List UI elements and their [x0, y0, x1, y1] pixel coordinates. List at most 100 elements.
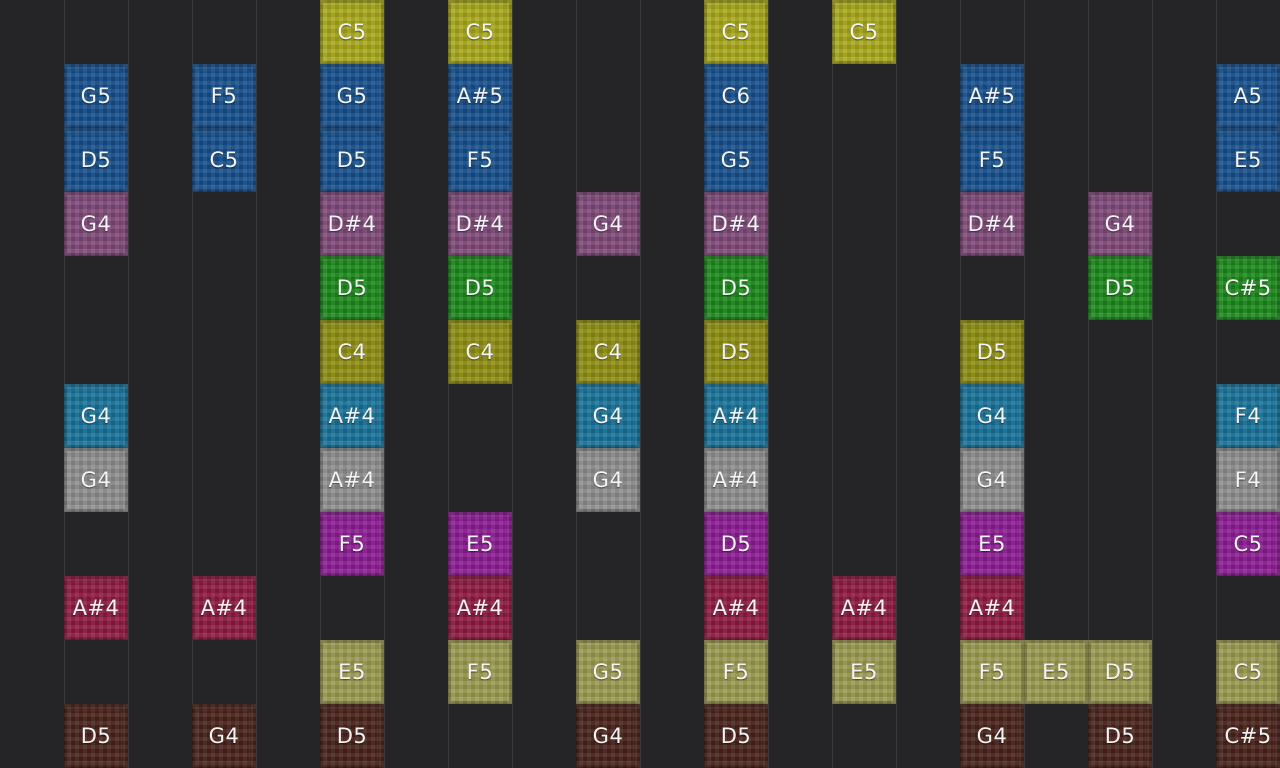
note-label: F5 [978, 148, 1006, 172]
note-block[interactable]: E5 [1024, 640, 1088, 704]
note-block[interactable]: C5 [320, 0, 384, 64]
note-block[interactable]: A#5 [448, 64, 512, 128]
note-block[interactable]: F4 [1216, 384, 1280, 448]
note-block[interactable]: G5 [64, 64, 128, 128]
note-label: F5 [466, 660, 494, 684]
note-block[interactable]: D5 [704, 256, 768, 320]
note-block[interactable]: G5 [576, 640, 640, 704]
note-block[interactable]: F4 [1216, 448, 1280, 512]
note-label: G4 [1104, 212, 1136, 236]
note-block[interactable]: C5 [832, 0, 896, 64]
note-label: C#5 [1224, 276, 1272, 300]
note-label: G4 [976, 404, 1008, 428]
note-label: C5 [1233, 660, 1263, 684]
note-block[interactable]: D5 [320, 128, 384, 192]
note-block[interactable]: A#4 [320, 384, 384, 448]
note-block[interactable]: D5 [320, 704, 384, 768]
note-block[interactable]: C4 [576, 320, 640, 384]
note-block[interactable]: F5 [192, 64, 256, 128]
note-block[interactable]: F5 [704, 640, 768, 704]
note-label: A#4 [712, 596, 760, 620]
note-block[interactable]: A#4 [192, 576, 256, 640]
note-block[interactable]: C4 [320, 320, 384, 384]
note-block[interactable]: G5 [704, 128, 768, 192]
note-block[interactable]: A#5 [960, 64, 1024, 128]
note-block[interactable]: F5 [448, 640, 512, 704]
note-label: D5 [720, 532, 752, 556]
note-label: C5 [209, 148, 239, 172]
note-block[interactable]: C5 [704, 0, 768, 64]
note-block[interactable]: A#4 [832, 576, 896, 640]
note-label: G5 [80, 84, 112, 108]
note-block[interactable]: D#4 [320, 192, 384, 256]
note-label: C4 [465, 340, 495, 364]
note-block[interactable]: G4 [192, 704, 256, 768]
note-block[interactable]: A#4 [320, 448, 384, 512]
note-block[interactable]: D5 [64, 128, 128, 192]
note-block[interactable]: F5 [960, 128, 1024, 192]
note-label: F4 [1234, 404, 1262, 428]
note-block[interactable]: D5 [448, 256, 512, 320]
note-block[interactable]: G4 [960, 704, 1024, 768]
note-block[interactable]: F5 [448, 128, 512, 192]
note-block[interactable]: D5 [320, 256, 384, 320]
note-label: A#4 [712, 404, 760, 428]
note-block[interactable]: C5 [1216, 512, 1280, 576]
note-block[interactable]: A#4 [704, 448, 768, 512]
note-block[interactable]: A#4 [960, 576, 1024, 640]
note-grid[interactable]: C5 C5 C5 C5 G5 F5 G5 A#5 C6 A#5 A5 D5 C5 D5 F5 G5 F5 E5 G4… [0, 0, 1280, 768]
note-label: E5 [466, 532, 494, 556]
note-block[interactable]: G4 [960, 384, 1024, 448]
note-label: A#4 [200, 596, 248, 620]
note-block[interactable]: C5 [1216, 640, 1280, 704]
note-block[interactable]: F5 [960, 640, 1024, 704]
note-block[interactable]: E5 [448, 512, 512, 576]
note-block[interactable]: E5 [960, 512, 1024, 576]
note-block[interactable]: A#4 [448, 576, 512, 640]
note-label: G4 [80, 212, 112, 236]
note-block[interactable]: A#4 [704, 384, 768, 448]
note-label: F5 [210, 84, 238, 108]
note-label: D5 [1104, 276, 1136, 300]
note-block[interactable]: E5 [320, 640, 384, 704]
column-divider [128, 0, 129, 768]
note-block[interactable]: D#4 [704, 192, 768, 256]
note-block[interactable]: C4 [448, 320, 512, 384]
note-block[interactable]: G4 [64, 192, 128, 256]
note-block[interactable]: C6 [704, 64, 768, 128]
note-block[interactable]: G4 [64, 384, 128, 448]
note-block[interactable]: C5 [192, 128, 256, 192]
note-block[interactable]: C#5 [1216, 704, 1280, 768]
note-block[interactable]: A5 [1216, 64, 1280, 128]
note-block[interactable]: G5 [320, 64, 384, 128]
note-block[interactable]: G4 [576, 384, 640, 448]
note-block[interactable]: E5 [832, 640, 896, 704]
note-block[interactable]: D5 [704, 512, 768, 576]
note-block[interactable]: G4 [576, 448, 640, 512]
note-block[interactable]: G4 [576, 192, 640, 256]
note-label: F5 [338, 532, 366, 556]
note-block[interactable]: G4 [1088, 192, 1152, 256]
note-block[interactable]: D5 [1088, 704, 1152, 768]
note-block[interactable]: G4 [960, 448, 1024, 512]
note-block[interactable]: C5 [448, 0, 512, 64]
note-label: A#4 [328, 468, 376, 492]
note-block[interactable]: F5 [320, 512, 384, 576]
note-block[interactable]: D#4 [448, 192, 512, 256]
note-label: D5 [80, 724, 112, 748]
note-block[interactable]: D5 [704, 704, 768, 768]
note-block[interactable]: A#4 [704, 576, 768, 640]
note-block[interactable]: D5 [1088, 640, 1152, 704]
note-block[interactable]: C#5 [1216, 256, 1280, 320]
note-block[interactable]: D5 [704, 320, 768, 384]
note-label: D5 [464, 276, 496, 300]
note-block[interactable]: E5 [1216, 128, 1280, 192]
note-block[interactable]: D#4 [960, 192, 1024, 256]
note-block[interactable]: G4 [64, 448, 128, 512]
note-label: G4 [976, 468, 1008, 492]
note-block[interactable]: D5 [1088, 256, 1152, 320]
note-block[interactable]: D5 [64, 704, 128, 768]
note-block[interactable]: G4 [576, 704, 640, 768]
note-block[interactable]: D5 [960, 320, 1024, 384]
note-block[interactable]: A#4 [64, 576, 128, 640]
